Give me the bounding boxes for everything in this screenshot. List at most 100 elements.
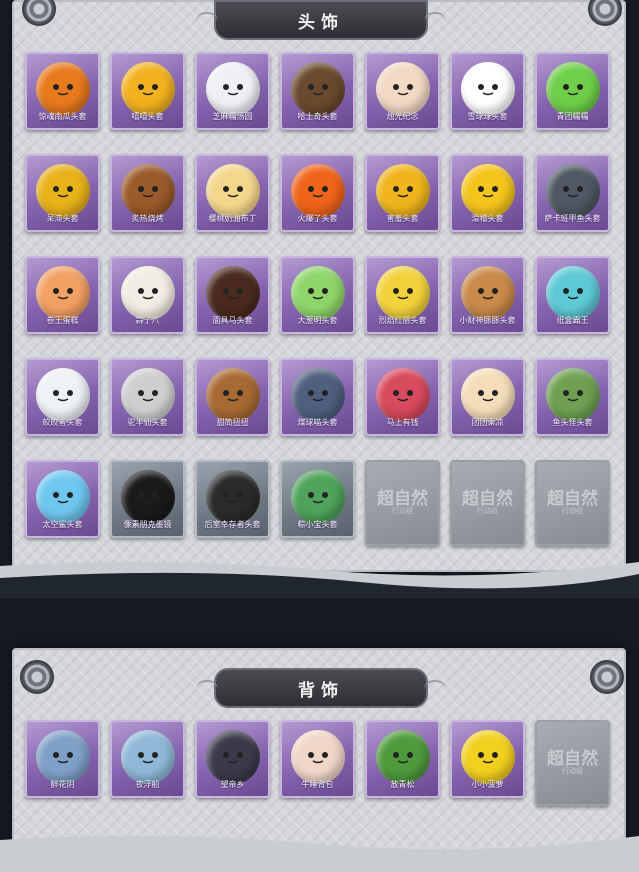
item-label: 芝麻糯汤圆	[212, 112, 253, 121]
horse-icon	[205, 266, 260, 320]
pixel-glasses-icon	[120, 470, 175, 524]
item-card[interactable]: 小财神豚豚头套	[450, 256, 525, 334]
item-card[interactable]: 芝麻糯汤圆	[195, 52, 270, 130]
corner-medallion	[20, 660, 54, 694]
item-label: 面具马头套	[212, 316, 253, 325]
headwear-grid: 惊魂南瓜头套 嘻嘻头套 芝麻糯汤圆 哈士奇头套 烛光纪念 雪球球头套 青团糯糯呆滞头套 炙热烧…	[25, 52, 610, 546]
item-card[interactable]: 皎皎者头套	[25, 358, 100, 436]
item-card[interactable]: 驼半仙头套	[110, 358, 185, 436]
item-card[interactable]: 害羞头套	[365, 154, 440, 232]
item-card[interactable]: 鱼头怪头套	[535, 358, 610, 436]
panel-wave-bottom-1	[0, 561, 639, 598]
item-card[interactable]: 醉花阴	[25, 720, 100, 798]
section-title-backwear: 背饰	[196, 668, 446, 708]
bonsai-icon	[375, 730, 430, 784]
item-card[interactable]: 太空鲨头套	[25, 460, 100, 538]
item-label: 驼半仙头套	[127, 418, 168, 427]
item-label: 太空鲨头套	[42, 520, 83, 529]
item-label: 牛睡背包	[301, 780, 334, 789]
corner-medallion	[590, 660, 624, 694]
pudding-icon	[205, 164, 260, 218]
section-title-headwear: 头饰	[196, 0, 446, 40]
item-card[interactable]: 呆滞头套	[25, 154, 100, 232]
item-card[interactable]: 雪球球头套	[450, 52, 525, 130]
item-card[interactable]: 卷王蛋糕	[25, 256, 100, 334]
item-card[interactable]: 团团乘凉	[450, 358, 525, 436]
item-card[interactable]: 煤球喵头套	[280, 358, 355, 436]
husky-icon	[290, 62, 345, 116]
item-label: 滑稽头套	[471, 214, 504, 223]
item-label: 像素朋克墨镜	[123, 520, 172, 529]
item-label: 皎皎者头套	[42, 418, 83, 427]
item-card[interactable]: 烈焰红唇头套	[365, 256, 440, 334]
item-card[interactable]: 面具马头套	[195, 256, 270, 334]
item-label: 惊魂南瓜头套	[38, 112, 87, 121]
empty-slot: 超自然 行动组	[535, 460, 610, 546]
scallion-icon	[290, 266, 345, 320]
box-dino-icon	[545, 266, 600, 320]
green-dumpling-icon	[545, 62, 600, 116]
garlic-icon	[120, 266, 175, 320]
funny-face-icon	[460, 164, 515, 218]
item-card[interactable]: 粽小宝头套	[280, 460, 355, 538]
item-label: 醉花阴	[50, 780, 75, 789]
item-card[interactable]: 樱桃奶油布丁	[195, 154, 270, 232]
item-label: 煤球喵头套	[297, 418, 338, 427]
zongzi-icon	[290, 470, 345, 524]
item-label: 炙热烧烤	[131, 214, 164, 223]
item-card[interactable]: 惊魂南瓜头套	[25, 52, 100, 130]
item-label: 团团乘凉	[471, 418, 504, 427]
grin-face-icon	[120, 62, 175, 116]
item-card[interactable]: 蒜了八	[110, 256, 185, 334]
watermark-subtext: 行动组	[562, 507, 583, 515]
dog-icon	[205, 368, 260, 422]
item-label: 夜浮船	[135, 780, 160, 789]
item-card[interactable]: 夜浮船	[110, 720, 185, 798]
watermark-subtext: 行动组	[562, 767, 583, 775]
crystal-boat-icon	[120, 730, 175, 784]
section-title-text: 头饰	[298, 12, 344, 33]
item-label: 放青松	[390, 780, 415, 789]
item-card[interactable]: 烛光纪念	[365, 52, 440, 130]
item-label: 小小菠萝	[471, 780, 504, 789]
item-label: 甜筒扭扭	[216, 418, 249, 427]
item-card[interactable]: 牛睡背包	[280, 720, 355, 798]
cake-roll-icon	[35, 266, 90, 320]
dumpling-icon	[205, 62, 260, 116]
empty-slot: 超自然 行动组	[450, 460, 525, 546]
item-card[interactable]: 萨卡班甲鱼头套	[535, 154, 610, 232]
item-card[interactable]: 哈士奇头套	[280, 52, 355, 130]
item-card[interactable]: 后室幸存者头套	[195, 460, 270, 538]
item-label: 蒜了八	[135, 316, 160, 325]
item-card[interactable]: 马上有钱	[365, 358, 440, 436]
item-card[interactable]: 火爆了头套	[280, 154, 355, 232]
candle-icon	[375, 62, 430, 116]
flame-icon	[290, 164, 345, 218]
item-label: 萨卡班甲鱼头套	[544, 214, 601, 223]
section-title-text: 背饰	[298, 680, 344, 701]
item-card[interactable]: 青团糯糯	[535, 52, 610, 130]
cloud-icon	[35, 368, 90, 422]
item-card[interactable]: 望帝乡	[195, 720, 270, 798]
item-label: 嘻嘻头套	[131, 112, 164, 121]
item-card[interactable]: 炙热烧烤	[110, 154, 185, 232]
gas-mask-icon	[205, 470, 260, 524]
item-label: 马上有钱	[386, 418, 419, 427]
pikachu-icon	[375, 266, 430, 320]
item-label: 樱桃奶油布丁	[208, 214, 257, 223]
item-card[interactable]: 嘻嘻头套	[110, 52, 185, 130]
item-card[interactable]: 纸盒霸王	[535, 256, 610, 334]
item-label: 火爆了头套	[297, 214, 338, 223]
item-card[interactable]: 滑稽头套	[450, 154, 525, 232]
fish-head-icon	[545, 368, 600, 422]
cow-backpack-icon	[290, 730, 345, 784]
item-card[interactable]: 甜筒扭扭	[195, 358, 270, 436]
item-card[interactable]: 大葱明头套	[280, 256, 355, 334]
empty-slot: 超自然 行动组	[365, 460, 440, 546]
item-card[interactable]: 小小菠萝	[450, 720, 525, 798]
snowman-icon	[460, 62, 515, 116]
item-card[interactable]: 像素朋克墨镜	[110, 460, 185, 538]
dazed-face-icon	[35, 164, 90, 218]
item-card[interactable]: 放青松	[365, 720, 440, 798]
doll-figure-icon	[205, 730, 260, 784]
